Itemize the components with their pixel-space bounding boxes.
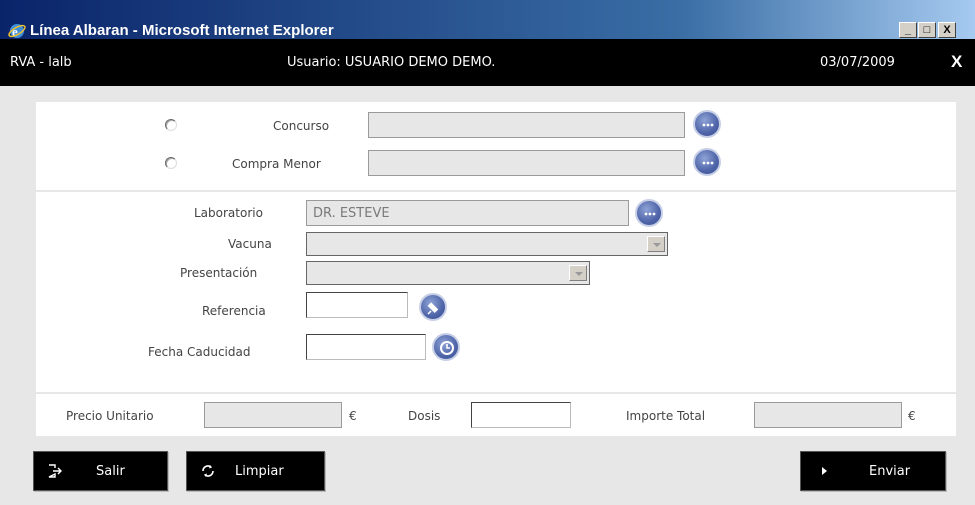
salir-button[interactable]: Salir (33, 451, 168, 491)
presentacion-select[interactable] (306, 261, 590, 285)
laboratorio-field[interactable] (306, 200, 629, 226)
concurso-label: Concurso (273, 119, 330, 133)
currency-label: € (908, 409, 916, 423)
window-titlebar: e Línea Albaran - Microsoft Internet Exp… (0, 0, 975, 40)
play-arrow-icon (822, 467, 827, 475)
window-close-button[interactable]: X (938, 22, 956, 38)
precio-unitario-field[interactable] (204, 402, 342, 428)
chevron-down-icon (647, 236, 665, 252)
concurso-field[interactable] (368, 112, 685, 138)
compra-menor-label: Compra Menor (232, 157, 321, 171)
limpiar-label: Limpiar (235, 464, 284, 479)
vacuna-select[interactable] (306, 232, 668, 256)
clock-icon (440, 341, 454, 355)
syringe-icon (427, 302, 439, 315)
radio-compra-menor[interactable] (165, 157, 177, 169)
date-label: 03/07/2009 (820, 55, 895, 70)
enviar-label: Enviar (869, 464, 911, 479)
concurso-lookup-button[interactable] (693, 110, 721, 138)
laboratorio-label: Laboratorio (194, 206, 263, 220)
limpiar-button[interactable]: Limpiar (186, 451, 325, 491)
importe-total-label: Importe Total (626, 409, 706, 423)
minimize-button[interactable]: _ (899, 22, 917, 38)
fecha-caducidad-field[interactable] (306, 334, 426, 360)
enviar-button[interactable]: Enviar (800, 451, 946, 491)
dosis-field[interactable] (471, 402, 571, 428)
exit-icon (48, 464, 62, 478)
referencia-field[interactable] (306, 292, 408, 318)
salir-label: Salir (96, 464, 125, 479)
source-panel: Concurso Compra Menor (36, 102, 956, 190)
window-title: Línea Albaran - Microsoft Internet Explo… (30, 22, 334, 39)
referencia-label: Referencia (202, 304, 266, 318)
screen-code: RVA - lalb (10, 55, 72, 70)
presentacion-label: Presentación (180, 266, 258, 280)
close-form-button[interactable]: X (951, 52, 962, 72)
ellipsis-icon (702, 161, 714, 165)
laboratorio-lookup-button[interactable] (635, 199, 663, 227)
product-panel: Laboratorio Vacuna Presentación Referenc… (36, 192, 956, 392)
maximize-button[interactable]: □ (918, 22, 936, 38)
user-label: Usuario: USUARIO DEMO DEMO. (287, 55, 496, 70)
dosis-label: Dosis (408, 409, 441, 423)
importe-total-field[interactable] (754, 402, 902, 428)
compra-menor-lookup-button[interactable] (693, 148, 721, 176)
chevron-down-icon (569, 265, 587, 281)
refresh-icon (202, 465, 214, 477)
radio-concurso[interactable] (165, 119, 177, 131)
ellipsis-icon (702, 123, 714, 127)
compra-menor-field[interactable] (368, 150, 685, 176)
app-header-bar: RVA - lalb Usuario: USUARIO DEMO DEMO. 0… (0, 40, 975, 86)
referencia-scan-button[interactable] (419, 293, 447, 321)
pricing-panel: Precio Unitario € Dosis Importe Total € (36, 394, 956, 436)
ellipsis-icon (644, 212, 656, 216)
fecha-caducidad-label: Fecha Caducidad (148, 345, 251, 359)
internet-explorer-icon: e (8, 24, 26, 39)
calendar-button[interactable] (432, 333, 460, 361)
currency-label: € (349, 409, 357, 423)
vacuna-label: Vacuna (228, 237, 272, 251)
precio-unitario-label: Precio Unitario (66, 409, 154, 423)
form-area: Concurso Compra Menor Laboratorio Vacuna (0, 86, 975, 505)
